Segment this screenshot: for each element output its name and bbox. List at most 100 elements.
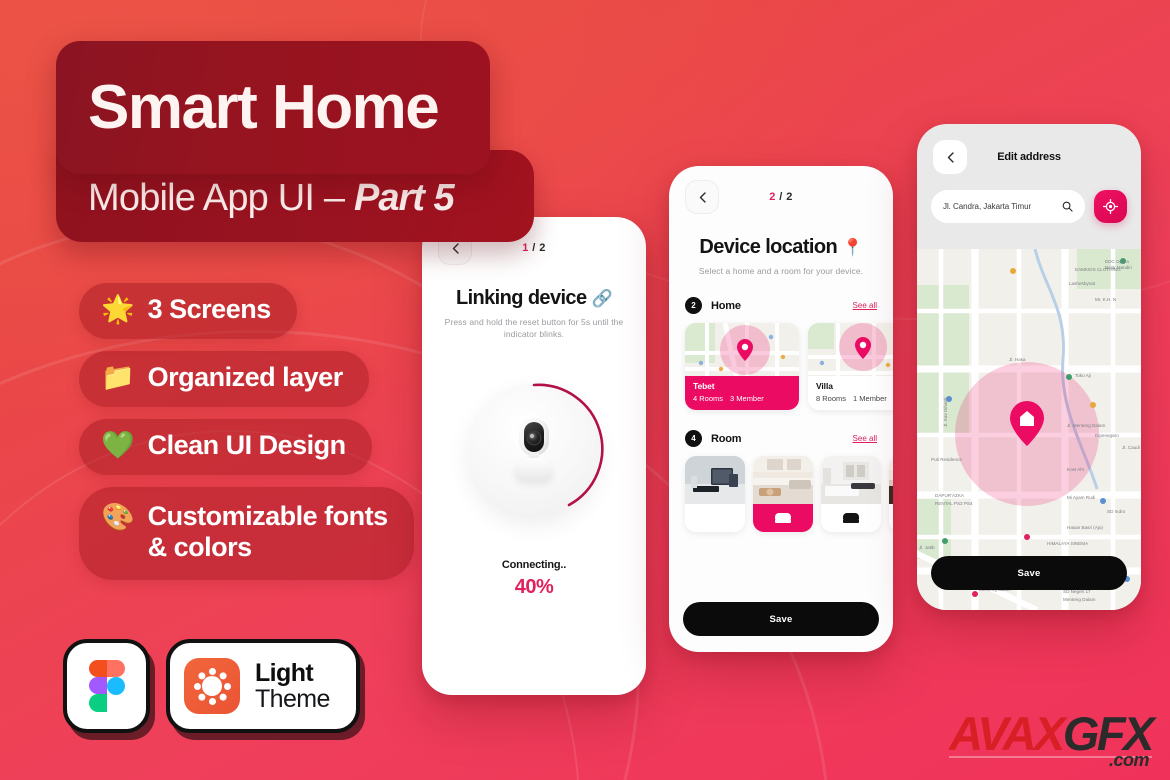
room-section-label: Room — [711, 432, 742, 445]
crosshair-icon — [1103, 199, 1118, 214]
feature-item-customizable: 🎨 Customizable fonts & colors — [79, 486, 414, 581]
palette-icon: 🎨 — [101, 501, 135, 532]
svg-text:Toko Aji: Toko Aji — [1075, 373, 1091, 378]
save-button[interactable]: Save — [931, 556, 1127, 590]
room-card-footer — [753, 504, 813, 533]
svg-text:Jl. Kav Dihanti: Jl. Kav Dihanti — [943, 398, 948, 427]
room-card-list — [685, 456, 893, 533]
badge-row: Light Theme — [63, 639, 360, 733]
room-card-bedroom-white[interactable] — [821, 456, 881, 533]
page-separator: / — [775, 191, 787, 203]
promo-title-primary: Smart Home — [56, 41, 490, 174]
room-card-bedroom-selected[interactable] — [753, 456, 813, 533]
home-name: Tebet — [693, 381, 715, 392]
svg-text:HIMALAYA SINEMA: HIMALAYA SINEMA — [1047, 541, 1089, 546]
home-name: Villa — [816, 381, 833, 392]
home-see-all-link[interactable]: See all — [853, 301, 877, 310]
watermark-brand: AVAXGFX — [949, 710, 1154, 757]
home-map-thumbnail — [808, 323, 893, 380]
locate-me-button[interactable] — [1094, 190, 1127, 223]
search-value: Jl. Candra, Jakarta Timur — [943, 202, 1032, 211]
page-title-text: Device location — [699, 236, 838, 258]
svg-text:Kost Al's: Kost Al's — [1067, 467, 1085, 472]
promo-subtitle-prefix: Mobile App UI – — [88, 177, 355, 219]
screen3-topbar: Edit address — [917, 124, 1141, 174]
search-input[interactable]: Jl. Candra, Jakarta Timur — [931, 190, 1085, 223]
save-button[interactable]: Save — [683, 602, 879, 636]
page-title: Linking device 🔗 — [438, 287, 630, 310]
home-map-thumbnail — [685, 323, 799, 380]
svg-text:Jl. Menteng Dalam: Jl. Menteng Dalam — [1067, 423, 1105, 428]
room-card-footer — [685, 504, 745, 533]
room-step-badge: 4 — [685, 430, 702, 448]
home-section-label: Home — [711, 299, 741, 312]
svg-text:Dipenegaro: Dipenegaro — [1095, 433, 1119, 438]
home-card-villa[interactable]: Villa 8 Rooms 1 Member — [808, 323, 893, 411]
svg-text:Jl. Caudi: Jl. Caudi — [1122, 445, 1140, 450]
page-indicator: 2 / 2 — [685, 191, 877, 203]
promo-title-line2: Mobile App UI – Part 5 — [56, 175, 455, 219]
green-heart-icon: 💚 — [101, 430, 135, 461]
page-title: Edit address — [997, 151, 1061, 163]
svg-text:Lashesbynat: Lashesbynat — [1069, 281, 1096, 286]
page-subtitle: Press and hold the reset button for 5s u… — [444, 317, 624, 340]
search-icon[interactable] — [1062, 201, 1073, 212]
svg-text:SD Indro: SD Indro — [1107, 509, 1126, 514]
room-see-all-link[interactable]: See all — [853, 434, 877, 443]
security-camera-icon — [507, 417, 561, 480]
folder-icon: 📁 — [101, 362, 135, 393]
address-search-row: Jl. Candra, Jakarta Timur — [917, 190, 1141, 223]
link-icon: 🔗 — [591, 289, 613, 308]
connection-status: Connecting.. — [501, 558, 567, 571]
svg-text:DAPUR'AZKA: DAPUR'AZKA — [935, 493, 965, 498]
theme-line2: Theme — [255, 685, 330, 713]
feature-label: Organized layer — [147, 361, 344, 392]
feature-label: Customizable fonts & colors — [147, 500, 389, 563]
page-total: 2 — [539, 242, 546, 254]
room-thumbnail — [685, 456, 745, 505]
light-theme-badge: Light Theme — [166, 639, 360, 733]
room-thumbnail — [889, 456, 893, 505]
feature-label: 3 Screens — [147, 294, 272, 324]
room-card-footer — [821, 504, 881, 533]
star-icon: 🌟 — [101, 294, 135, 325]
room-thumbnail — [821, 456, 881, 505]
home-meta: 4 Rooms 3 Member — [693, 394, 791, 403]
progress-percent: 40% — [514, 575, 554, 598]
theme-line1: Light — [255, 658, 314, 687]
monitor-icon — [707, 512, 723, 525]
home-rooms: 4 Rooms — [693, 394, 724, 404]
page-indicator: 1 / 2 — [438, 242, 630, 254]
page-title: Device location 📍 — [685, 236, 877, 259]
home-members: 1 Member — [853, 394, 887, 404]
screen2-topbar: 2 / 2 — [685, 180, 877, 214]
promo-title-line1: Smart Home — [88, 72, 440, 142]
phone-mockup-device-location: 2 / 2 Device location 📍 Select a home an… — [669, 166, 893, 652]
feature-item-clean-ui: 💚 Clean UI Design — [79, 418, 372, 475]
room-card-footer — [889, 504, 893, 533]
svg-text:Menteng Dalam: Menteng Dalam — [1063, 597, 1096, 602]
room-card-living[interactable] — [889, 456, 893, 533]
home-step-badge: 2 — [685, 297, 702, 315]
page-title-text: Linking device — [455, 287, 587, 309]
home-section-header: 2 Home See all — [685, 297, 877, 315]
home-card-footer: Tebet 4 Rooms 3 Member — [685, 376, 799, 411]
home-card-list: Tebet 4 Rooms 3 Member Villa 8 Rooms 1 M… — [685, 323, 893, 411]
feature-item-screens: 🌟 3 Screens — [79, 283, 297, 339]
home-rooms: 8 Rooms — [816, 394, 847, 404]
promo-title-block: Smart Home Mobile App UI – Part 5 — [56, 41, 534, 242]
screen3-save-container: Save — [931, 556, 1127, 590]
phone-mockup-linking-device: 1 / 2 Linking device 🔗 Press and hold th… — [422, 217, 646, 695]
home-card-footer: Villa 8 Rooms 1 Member — [808, 376, 893, 411]
room-card-office[interactable] — [685, 456, 745, 533]
page-total: 2 — [786, 191, 793, 203]
connection-progress-ring — [468, 382, 604, 515]
light-theme-text: Light Theme — [255, 658, 330, 713]
svg-text:Mr. K.H. N: Mr. K.H. N — [1095, 297, 1116, 302]
page-separator: / — [528, 242, 540, 254]
home-meta: 8 Rooms 1 Member — [816, 394, 893, 403]
home-card-tebet[interactable]: Tebet 4 Rooms 3 Member — [685, 323, 799, 411]
watermark: AVAXGFX .com — [949, 710, 1155, 769]
bed-icon — [843, 513, 859, 524]
map-pin-icon: 📍 — [842, 238, 863, 257]
